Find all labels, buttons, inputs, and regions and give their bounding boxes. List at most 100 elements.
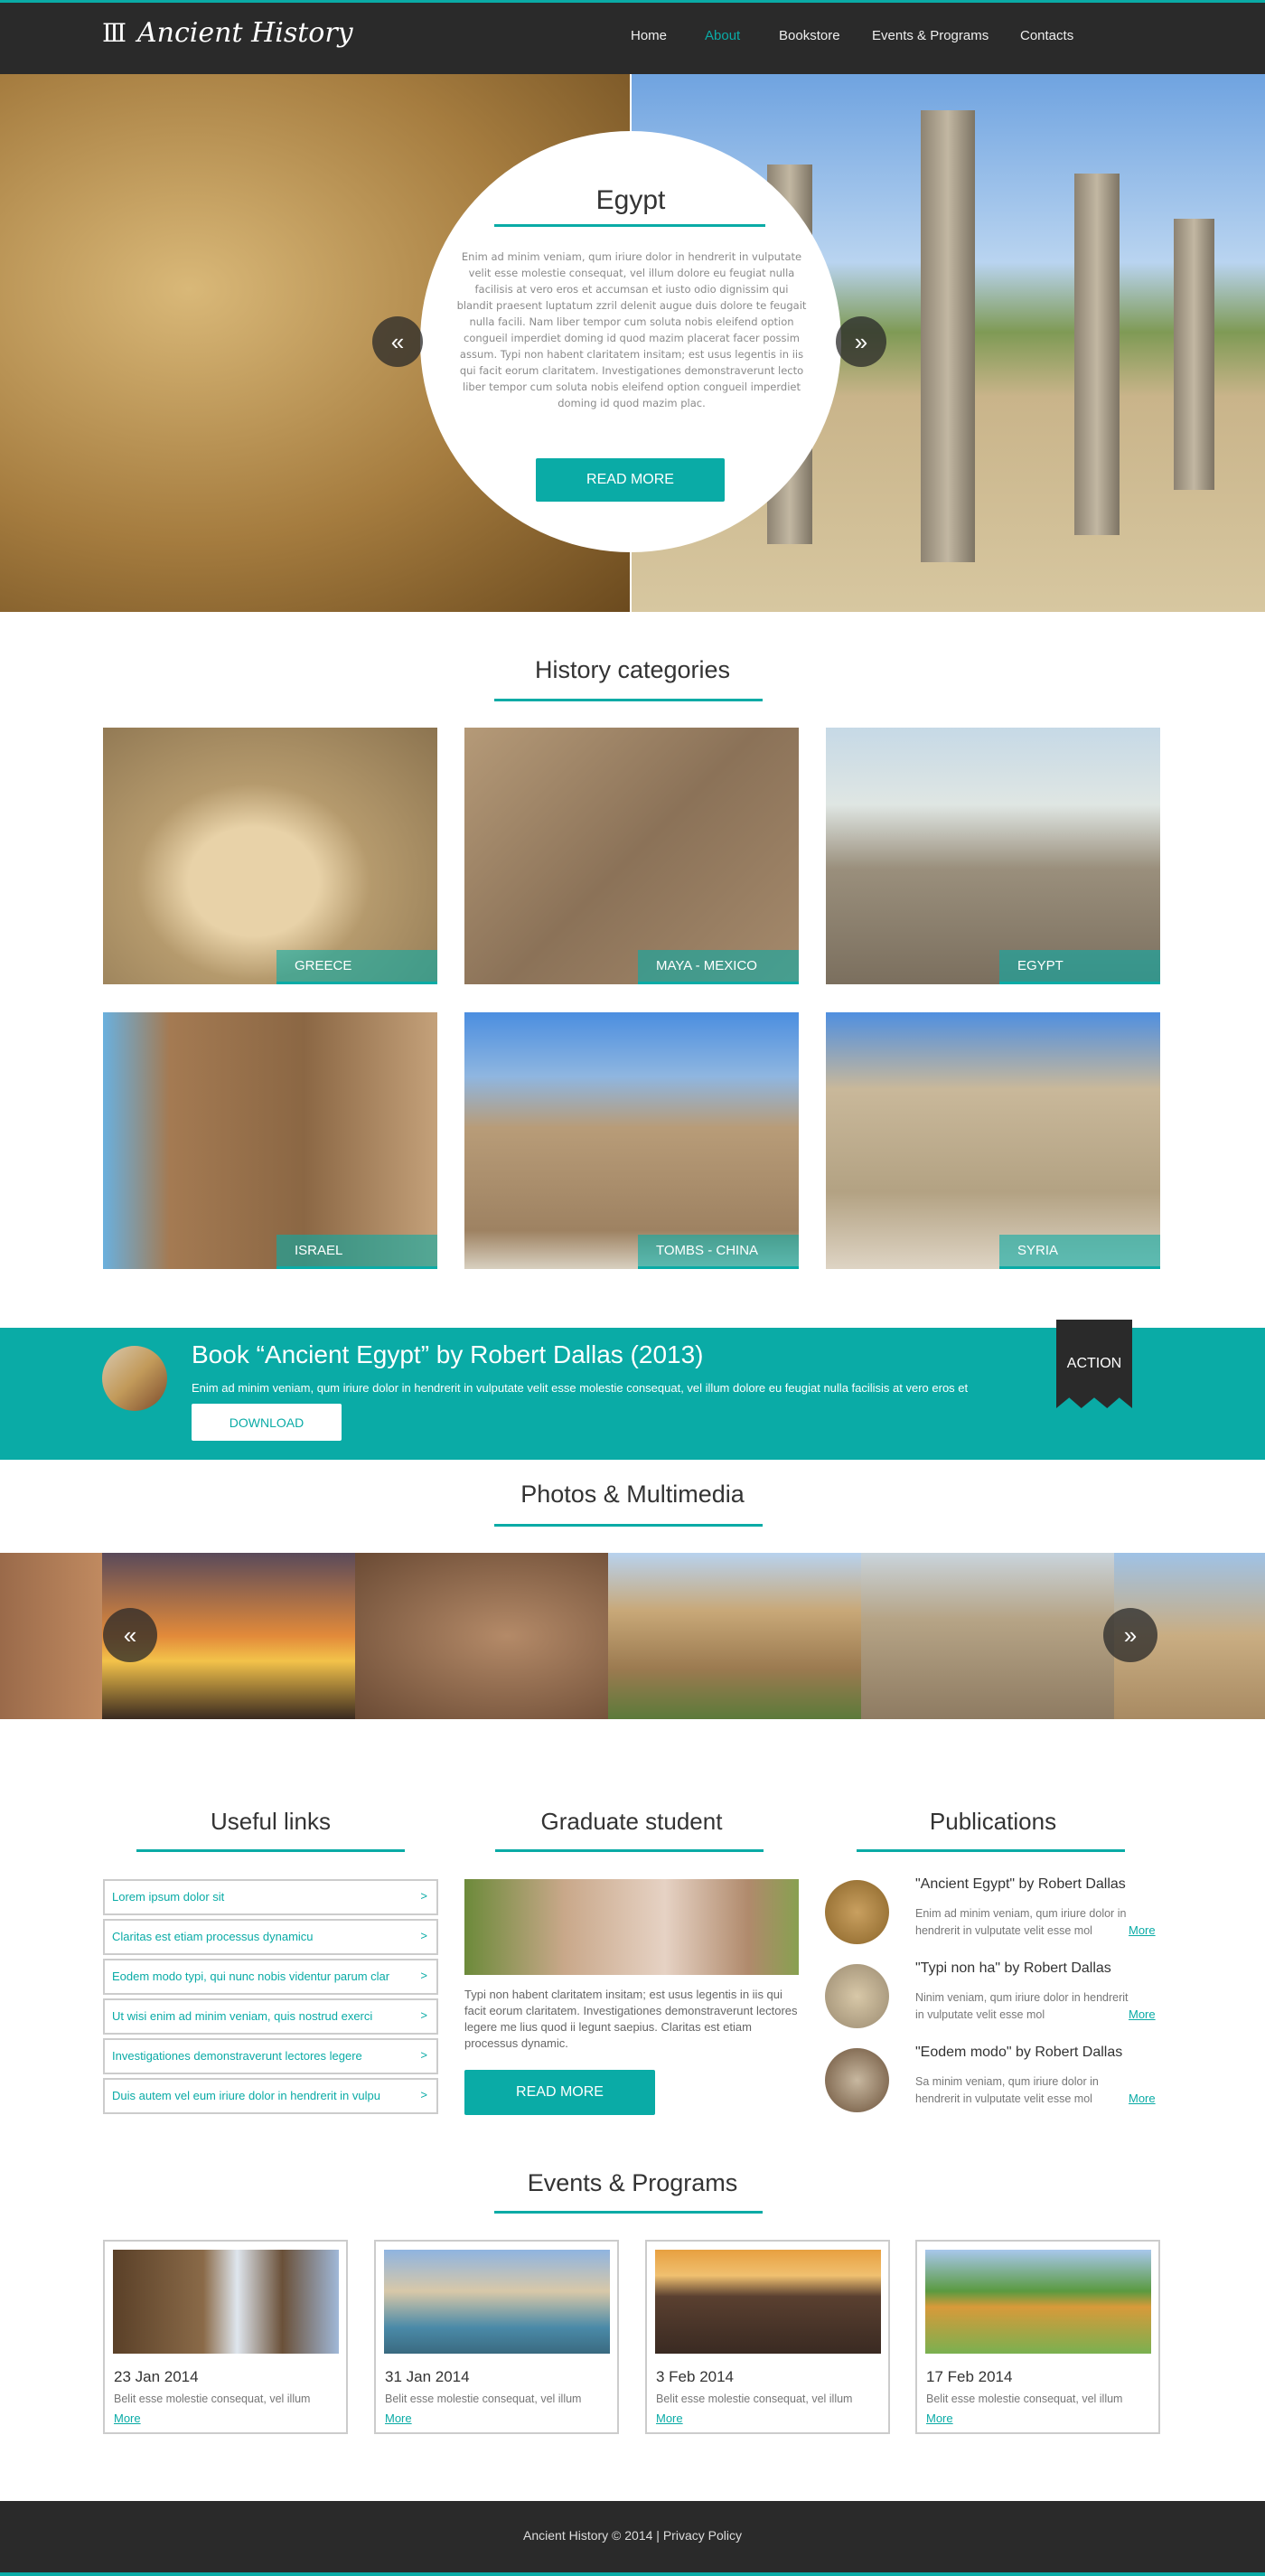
category-maya-mexico[interactable]: MAYA - MEXICO (464, 728, 799, 984)
slider-next-icon[interactable]: » (836, 316, 886, 367)
event-card[interactable]: 31 Jan 2014 Belit esse molestie consequa… (374, 2240, 619, 2434)
event-image (925, 2250, 1151, 2354)
divider (495, 1849, 764, 1852)
link-label: Duis autem vel eum iriure dolor in hendr… (112, 2089, 380, 2102)
event-card[interactable]: 3 Feb 2014 Belit esse molestie consequat… (645, 2240, 890, 2434)
hero-title: Egypt (595, 185, 666, 215)
download-button[interactable]: DOWNLOAD (192, 1404, 342, 1441)
event-text: Belit esse molestie consequat, vel illum (114, 2393, 311, 2405)
category-label: MAYA - MEXICO (638, 950, 799, 984)
publication-image (825, 1964, 889, 2028)
event-date: 31 Jan 2014 (385, 2368, 470, 2385)
publication-title[interactable]: "Typi non ha" by Robert Dallas (915, 1960, 1111, 1977)
photo-strip (0, 1553, 1265, 1719)
privacy-policy-link[interactable]: Privacy Policy (663, 2528, 742, 2543)
action-ribbon[interactable]: ACTION (1056, 1320, 1132, 1408)
banner-title: Book “Ancient Egypt” by Robert Dallas (2… (192, 1340, 704, 1368)
chevron-right-icon: > (420, 1929, 427, 1942)
link-label: Investigationes demonstraverunt lectores… (112, 2049, 362, 2063)
slider-prev-icon[interactable]: « (372, 316, 423, 367)
chevron-right-icon: > (420, 2088, 427, 2101)
event-text: Belit esse molestie consequat, vel illum (926, 2393, 1123, 2405)
hero-text: Enim ad minim veniam, qum iriure dolor i… (456, 250, 807, 409)
photo[interactable] (861, 1553, 1114, 1719)
publication-more-link[interactable]: More (1129, 1923, 1156, 1937)
publication-image (825, 1880, 889, 1944)
category-label: ISRAEL (276, 1235, 437, 1269)
divider (494, 1524, 763, 1527)
event-text: Belit esse molestie consequat, vel illum (656, 2393, 853, 2405)
graduate-read-more-button[interactable]: READ MORE (464, 2070, 655, 2115)
nav-events[interactable]: Events & Programs (872, 28, 989, 43)
top-navigation: Ⅲ Ancient History Home About Bookstore E… (0, 0, 1265, 74)
publication-more-link[interactable]: More (1129, 2007, 1156, 2021)
nav-contacts[interactable]: Contacts (1020, 28, 1073, 43)
event-more-link[interactable]: More (114, 2411, 141, 2425)
nav-about[interactable]: About (705, 28, 740, 43)
event-card[interactable]: 17 Feb 2014 Belit esse molestie consequa… (915, 2240, 1160, 2434)
useful-link[interactable]: Eodem modo typi, qui nunc nobis videntur… (103, 1959, 438, 1995)
event-text: Belit esse molestie consequat, vel illum (385, 2393, 582, 2405)
photos-prev-icon[interactable]: « (103, 1608, 157, 1662)
logo-text: Ancient History (137, 17, 353, 49)
divider (494, 224, 765, 227)
nav-bookstore[interactable]: Bookstore (779, 28, 840, 43)
event-date: 3 Feb 2014 (656, 2368, 735, 2385)
event-image (384, 2250, 610, 2354)
publication-text: Enim ad minim veniam, qum iriure dolor i… (915, 1907, 1127, 1937)
hero-read-more-button[interactable]: READ MORE (536, 458, 725, 502)
divider (494, 2211, 763, 2214)
links-title: Useful links (211, 1808, 331, 1835)
copyright: Ancient History © 2014 (523, 2528, 653, 2543)
chevron-right-icon: > (420, 1969, 427, 1982)
category-egypt[interactable]: EGYPT (826, 728, 1160, 984)
publications-title: Publications (929, 1808, 1057, 1835)
event-more-link[interactable]: More (656, 2411, 683, 2425)
useful-link[interactable]: Claritas est etiam processus dynamicu > (103, 1919, 438, 1955)
footer: Ancient History © 2014 | Privacy Policy (0, 2501, 1265, 2576)
publication-title[interactable]: "Ancient Egypt" by Robert Dallas (915, 1876, 1126, 1893)
graduate-photo (464, 1879, 799, 1975)
event-image (655, 2250, 881, 2354)
photo[interactable] (355, 1553, 608, 1719)
logo[interactable]: Ⅲ Ancient History (102, 17, 353, 49)
chevron-right-icon: > (420, 2048, 427, 2062)
photos-next-icon[interactable]: » (1103, 1608, 1157, 1662)
divider (857, 1849, 1125, 1852)
useful-link[interactable]: Ut wisi enim ad minim veniam, quis nostr… (103, 1998, 438, 2035)
category-greece[interactable]: GREECE (103, 728, 437, 984)
event-image (113, 2250, 339, 2354)
category-label: SYRIA (999, 1235, 1160, 1269)
graduate-text: Typi non habent claritatem insitam; est … (464, 1988, 798, 2050)
link-label: Eodem modo typi, qui nunc nobis videntur… (112, 1970, 390, 1983)
chevron-right-icon: > (420, 2008, 427, 2022)
category-label: TOMBS - CHINA (638, 1235, 799, 1269)
chevron-right-icon: > (420, 1889, 427, 1903)
nav-home[interactable]: Home (631, 28, 667, 43)
category-tombs-china[interactable]: TOMBS - CHINA (464, 1012, 799, 1269)
publication-text: Ninim veniam, qum iriure dolor in hendre… (915, 1991, 1129, 2021)
photo[interactable] (0, 1553, 102, 1719)
event-more-link[interactable]: More (385, 2411, 412, 2425)
link-label: Lorem ipsum dolor sit (112, 1890, 225, 1904)
categories-title: History categories (534, 656, 731, 683)
photo[interactable] (608, 1553, 861, 1719)
event-more-link[interactable]: More (926, 2411, 953, 2425)
event-date: 17 Feb 2014 (926, 2368, 1013, 2385)
publication-more-link[interactable]: More (1129, 2092, 1156, 2105)
book-image (102, 1346, 167, 1411)
separator: | (656, 2528, 660, 2543)
category-israel[interactable]: ISRAEL (103, 1012, 437, 1269)
banner-text: Enim ad minim veniam, qum iriure dolor i… (192, 1381, 969, 1395)
event-card[interactable]: 23 Jan 2014 Belit esse molestie consequa… (103, 2240, 348, 2434)
column-icon: Ⅲ (102, 18, 127, 48)
divider (136, 1849, 405, 1852)
useful-link[interactable]: Lorem ipsum dolor sit > (103, 1879, 438, 1915)
link-label: Ut wisi enim ad minim veniam, quis nostr… (112, 2009, 373, 2023)
useful-link[interactable]: Duis autem vel eum iriure dolor in hendr… (103, 2078, 438, 2114)
divider (494, 699, 763, 701)
useful-link[interactable]: Investigationes demonstraverunt lectores… (103, 2038, 438, 2074)
publication-title[interactable]: "Eodem modo" by Robert Dallas (915, 2045, 1122, 2061)
category-label: EGYPT (999, 950, 1160, 984)
category-syria[interactable]: SYRIA (826, 1012, 1160, 1269)
